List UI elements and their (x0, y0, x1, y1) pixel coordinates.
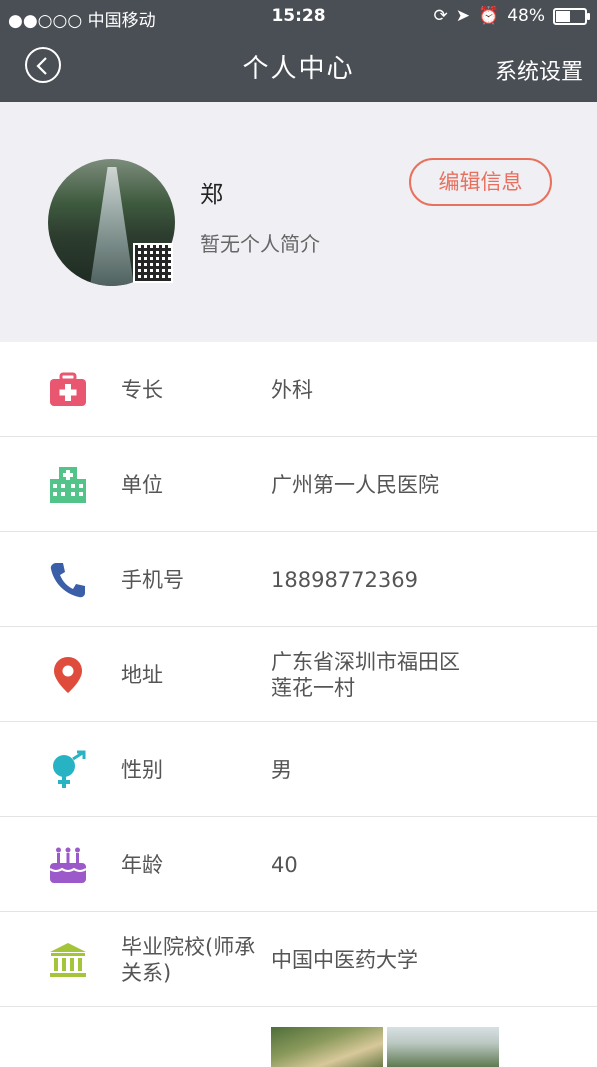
info-list: 专长 外科 单位 广州第一人民医院 手机号 18898772369 地址 广东省… (0, 342, 597, 1007)
profile-bio: 暂无个人简介 (200, 232, 320, 256)
row-label: 地址 (121, 662, 163, 687)
nav-bar: 个人中心 系统设置 (0, 34, 597, 102)
profile-name: 郑 (200, 182, 223, 208)
info-row-organization[interactable]: 单位 广州第一人民医院 (0, 437, 597, 532)
header-bar: ●●○○○ 中国移动 15:28 ⟳ ➤ ⏰ 48% 个人中心 系统设置 (0, 0, 597, 102)
info-row-specialty[interactable]: 专长 外科 (0, 342, 597, 437)
profile-header: 郑 暂无个人简介 编辑信息 (0, 102, 597, 342)
row-label: 性别 (121, 757, 163, 782)
info-row-address[interactable]: 地址 广东省深圳市福田区 莲花一村 (0, 627, 597, 722)
row-value: 18898772369 (271, 567, 418, 592)
location-arrow-icon: ➤ (455, 6, 471, 26)
system-settings-link[interactable]: 系统设置 (495, 54, 583, 86)
gender-icon (53, 750, 86, 788)
row-label: 手机号 (121, 567, 184, 592)
orientation-lock-icon: ⟳ (433, 6, 448, 26)
info-row-phone[interactable]: 手机号 18898772369 (0, 532, 597, 627)
row-value: 男 (271, 757, 292, 782)
status-right: ⟳ ➤ ⏰ 48% (433, 6, 590, 26)
location-pin-icon (54, 657, 82, 693)
gallery-photo[interactable] (387, 1027, 499, 1067)
row-value: 40 (271, 852, 298, 877)
row-value: 广州第一人民医院 (271, 472, 439, 497)
info-row-gender[interactable]: 性别 男 (0, 722, 597, 817)
edit-info-button[interactable]: 编辑信息 (409, 158, 552, 206)
row-value: 外科 (271, 377, 313, 402)
phone-icon (50, 563, 85, 598)
medical-kit-icon (50, 372, 86, 406)
birthday-cake-icon (49, 847, 87, 883)
qr-code-icon[interactable] (133, 243, 173, 283)
photo-gallery (271, 1027, 499, 1067)
battery-icon (553, 7, 590, 25)
hospital-icon (50, 467, 86, 503)
status-bar: ●●○○○ 中国移动 15:28 ⟳ ➤ ⏰ 48% (0, 0, 597, 34)
institution-icon (50, 943, 86, 977)
battery-percent: 48% (507, 6, 545, 26)
gallery-photo[interactable] (271, 1027, 383, 1067)
row-label: 专长 (121, 377, 163, 402)
battery-fill (556, 10, 571, 22)
info-row-age[interactable]: 年龄 40 (0, 817, 597, 912)
row-value: 中国中医药大学 (271, 947, 418, 972)
row-label: 毕业院校(师承关系) (121, 934, 256, 985)
row-label: 单位 (121, 472, 163, 497)
alarm-icon: ⏰ (478, 6, 500, 26)
row-label: 年龄 (121, 852, 163, 877)
info-row-school[interactable]: 毕业院校(师承关系) 中国中医药大学 (0, 912, 597, 1007)
row-value: 广东省深圳市福田区 莲花一村 (271, 649, 460, 700)
avatar-photo-detail (90, 167, 134, 286)
